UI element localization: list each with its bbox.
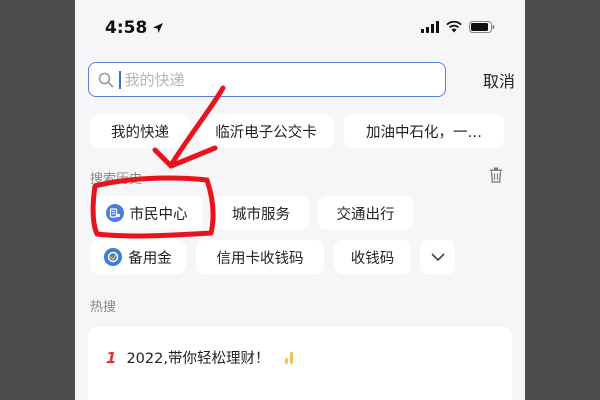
search-box[interactable] (88, 62, 446, 97)
search-input[interactable] (120, 69, 427, 90)
suggestion-chip[interactable]: 我的快递 (90, 114, 190, 148)
history-item[interactable]: 收钱码 (334, 240, 411, 274)
cancel-button[interactable]: 取消 (483, 68, 515, 92)
history-item[interactable]: 交通出行 (318, 196, 413, 230)
search-icon (98, 72, 114, 87)
search-row: 取消 (88, 62, 518, 100)
hot-title: 热搜 (90, 300, 117, 315)
status-time-text: 4:58 (105, 18, 148, 38)
status-bar: 4:58 (75, 0, 525, 52)
hot-item-text: 2022,带你轻松理财！ (126, 351, 270, 367)
battery-icon (469, 21, 495, 33)
history-item-label: 市民中心 (129, 206, 188, 223)
citizen-center-icon (105, 204, 124, 222)
signal-icon (421, 21, 439, 33)
wifi-icon (446, 21, 462, 33)
phone-screen: 4:58 我的快递 取消 我的快递 临沂电子公交卡 加油中石化，一… 搜索历史 … (75, 0, 525, 400)
suggestion-chip[interactable]: 加油中石化，一… (344, 114, 504, 148)
status-time: 4:58 (105, 18, 164, 38)
hot-search-card: 1 2022,带你轻松理财！ (88, 327, 512, 400)
history-item-label: 备用金 (128, 250, 172, 267)
hot-rank: 1 (106, 348, 117, 367)
history-title: 搜索历史 (90, 172, 143, 187)
location-arrow-icon (153, 23, 164, 33)
hot-search-item[interactable]: 1 2022,带你轻松理财！ (106, 347, 297, 368)
coin-icon (285, 351, 294, 364)
chevron-down-icon (430, 253, 445, 262)
system-icons (421, 21, 495, 33)
history-item-citizen-center[interactable]: 市民中心 (90, 196, 203, 230)
expand-button[interactable] (420, 240, 455, 274)
suggestion-chip[interactable]: 临沂电子公交卡 (198, 114, 334, 148)
history-item-reserve-fund[interactable]: 备用金 (90, 240, 186, 274)
history-item[interactable]: 信用卡收钱码 (196, 240, 324, 274)
history-item[interactable]: 城市服务 (213, 196, 309, 230)
trash-icon[interactable] (489, 167, 503, 183)
reserve-fund-icon (104, 248, 123, 266)
